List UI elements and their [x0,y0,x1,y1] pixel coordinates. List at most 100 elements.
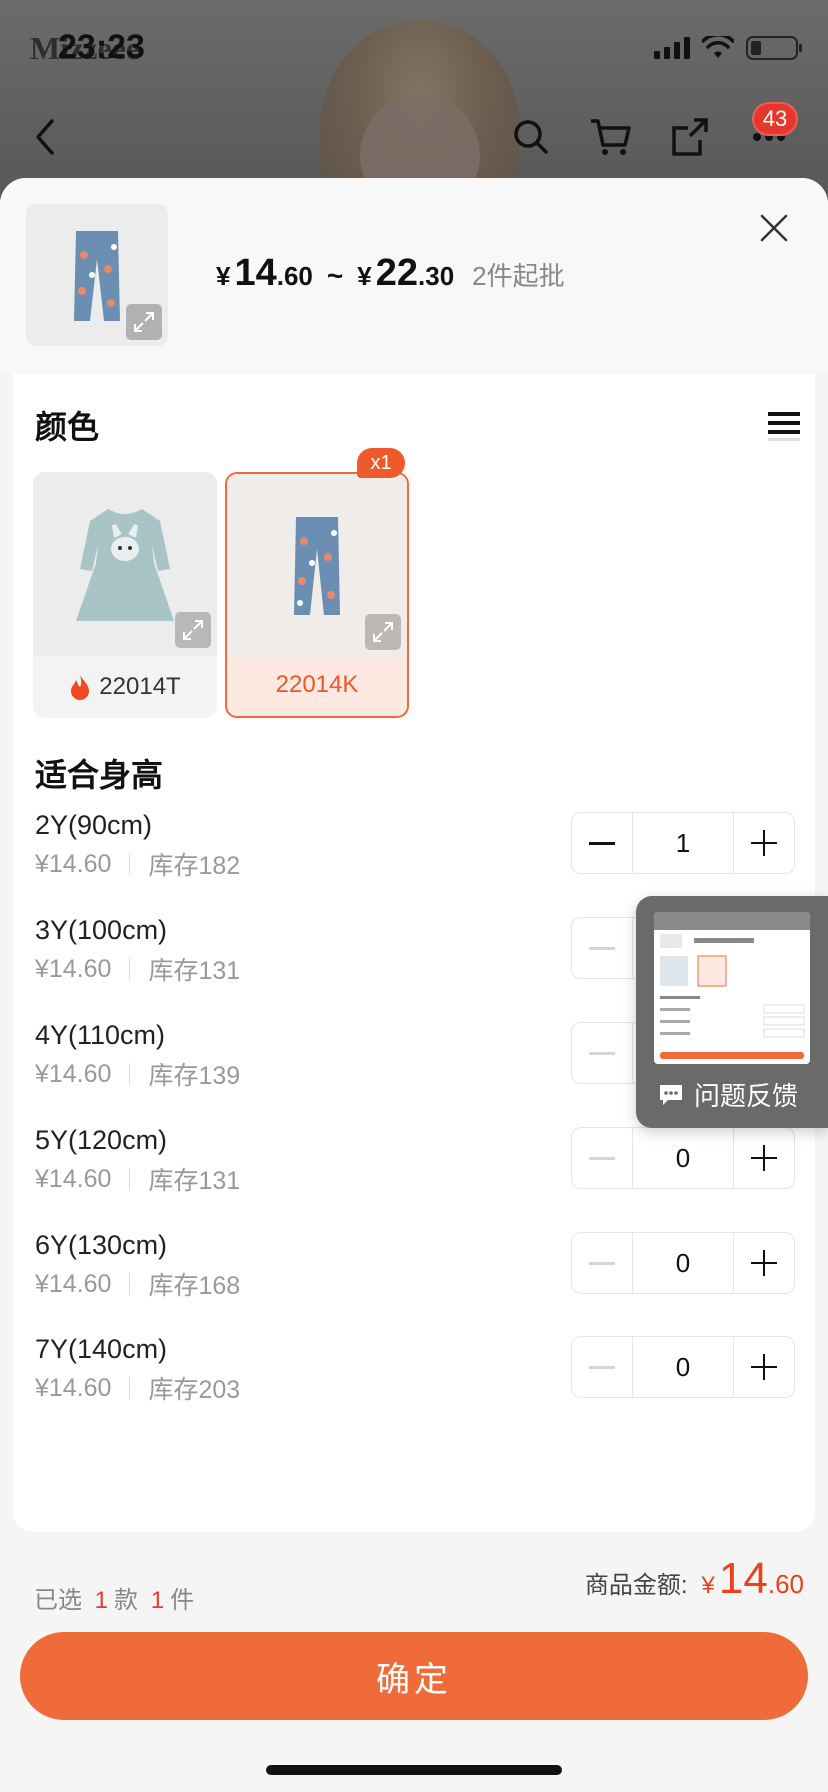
minus-icon [589,1261,615,1265]
signal-icon [654,37,690,59]
size-meta: ¥14.60 库存139 [35,1056,240,1092]
quantity-stepper: 1 [571,812,795,874]
confirm-button[interactable]: 确定 [20,1632,808,1720]
plus-icon [751,1145,777,1171]
size-row: 6Y(130cm) ¥14.60 库存168 0 [35,1230,795,1320]
size-meta: ¥14.60 库存182 [35,846,240,882]
size-row: 5Y(120cm) ¥14.60 库存131 0 [35,1125,795,1215]
feedback-widget[interactable]: 问题反馈 [636,896,828,1128]
price-min-int: 14 [234,252,277,294]
sheet-header: ¥ 14 .60 ~ ¥ 22 .30 2件起批 [0,178,828,374]
leggings-image [74,231,120,321]
close-icon[interactable] [754,208,794,248]
product-thumbnail[interactable] [26,204,168,346]
items-count: 1 [150,1587,165,1614]
quantity-input[interactable]: 0 [632,1233,734,1293]
size-name: 6Y(130cm) [35,1230,168,1260]
decrease-button[interactable] [572,918,632,978]
expand-icon[interactable] [365,614,401,650]
status-indicators [654,36,802,60]
size-name: 4Y(110cm) [35,1020,166,1050]
size-price: ¥14.60 [35,954,112,983]
quantity-input[interactable]: 1 [632,813,734,873]
size-section-title: 适合身高 [35,757,164,793]
plus-icon [751,1250,777,1276]
size-stock: 库存203 [148,1376,241,1404]
size-meta: ¥14.60 库存131 [35,1161,240,1197]
size-name: 2Y(90cm) [35,810,153,840]
decrease-button[interactable] [572,1023,632,1083]
quantity-stepper: 0 [571,1127,795,1189]
increase-button[interactable] [734,1128,794,1188]
quantity-input[interactable]: 0 [632,1337,734,1397]
increase-button[interactable] [734,1233,794,1293]
share-icon[interactable] [666,112,716,162]
color-option-label: 22014T [33,656,217,718]
size-row: 7Y(140cm) ¥14.60 库存203 0 [35,1334,795,1424]
selection-summary: 已选 1款 1件 [34,1580,194,1615]
items-unit: 件 [170,1587,195,1614]
size-name: 3Y(100cm) [35,915,168,945]
feedback-screenshot-thumbnail [654,912,810,1064]
size-stock: 库存182 [148,852,241,880]
expand-icon[interactable] [175,612,211,648]
chat-icon [660,1084,682,1105]
size-meta: ¥14.60 库存131 [35,951,240,987]
size-price: ¥14.60 [35,1164,112,1193]
price-range: ¥ 14 .60 ~ ¥ 22 .30 2件起批 [216,252,565,295]
total-amount: 商品金额: ¥ 14 .60 [585,1554,804,1604]
expand-icon[interactable] [126,304,162,340]
status-time: 23:23 [58,28,145,66]
size-stock: 库存168 [148,1272,241,1300]
total-currency: ¥ [701,1572,715,1599]
size-stock: 库存139 [148,1062,241,1090]
cart-count-badge: 43 [752,102,798,136]
color-option-22014K[interactable]: 22014K [225,472,409,718]
price-max-int: 22 [375,252,419,294]
price-min-dec: .60 [276,261,313,291]
search-icon[interactable] [506,112,556,162]
styles-count: 1 [94,1587,109,1614]
total-int: 14 [718,1554,768,1603]
feedback-label: 问题反馈 [658,1076,798,1113]
size-stock: 库存131 [148,1167,241,1195]
increase-button[interactable] [734,1337,794,1397]
top-nav [0,100,828,170]
quantity-input[interactable]: 0 [632,1128,734,1188]
size-price: ¥14.60 [35,1373,112,1402]
back-icon[interactable] [20,112,70,162]
cart-icon[interactable] [586,112,636,162]
minimum-order-qty: 2件起批 [472,261,565,291]
price-min-currency: ¥ [216,261,231,291]
minus-icon [589,841,615,845]
minus-icon [589,1051,615,1055]
size-stock: 库存131 [148,957,241,985]
battery-icon [746,36,802,60]
size-meta: ¥14.60 库存203 [35,1370,240,1406]
size-price: ¥14.60 [35,849,112,878]
quantity-stepper: 0 [571,1336,795,1398]
increase-button[interactable] [734,813,794,873]
plus-icon [751,830,777,856]
home-indicator [266,1765,562,1775]
styles-unit: 款 [114,1587,139,1614]
minus-icon [589,946,615,950]
list-view-icon[interactable] [767,408,801,442]
price-max-dec: .30 [418,261,455,291]
plus-icon [751,1354,777,1380]
size-name: 7Y(140cm) [35,1334,168,1364]
minus-icon [589,1156,615,1160]
decrease-button[interactable] [572,1337,632,1397]
selected-count-badge: x1 [357,448,405,478]
size-meta: ¥14.60 库存168 [35,1266,240,1302]
color-option-22014T[interactable]: 22014T [33,472,217,718]
size-row: 2Y(90cm) ¥14.60 库存182 1 [35,810,795,900]
color-option-label: 22014K [227,654,407,716]
total-label: 商品金额: [584,1572,688,1599]
decrease-button[interactable] [572,813,632,873]
decrease-button[interactable] [572,1233,632,1293]
size-name: 5Y(120cm) [35,1125,168,1155]
decrease-button[interactable] [572,1128,632,1188]
color-section-title: 颜色 [35,409,100,445]
feedback-text: 问题反馈 [694,1081,799,1111]
